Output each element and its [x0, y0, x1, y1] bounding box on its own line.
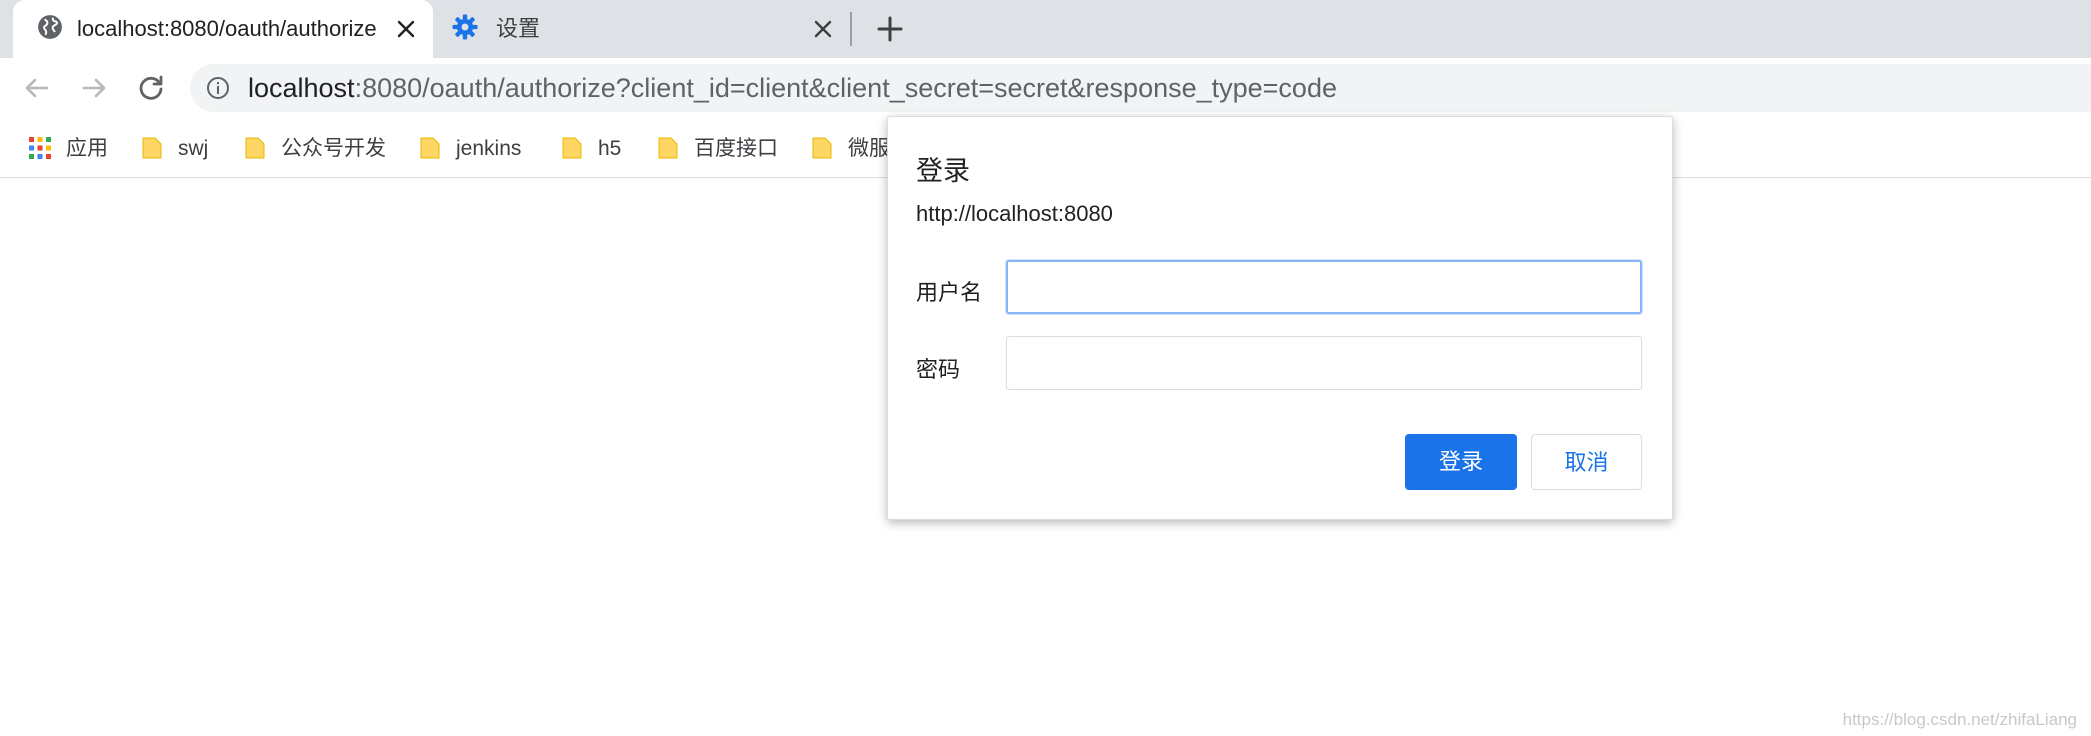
apps-grid-icon	[29, 137, 51, 159]
close-icon[interactable]	[396, 19, 416, 39]
url-host: localhost	[248, 73, 355, 103]
tab-separator	[850, 12, 852, 46]
folder-icon	[420, 137, 440, 159]
folder-icon	[812, 137, 832, 159]
new-tab-icon[interactable]	[876, 15, 904, 43]
back-arrow-icon[interactable]	[22, 73, 52, 103]
url-text: localhost:8080/oauth/authorize?client_id…	[248, 64, 1337, 112]
toolbar: localhost:8080/oauth/authorize?client_id…	[0, 58, 2091, 120]
username-label: 用户名	[916, 280, 983, 305]
bookmark-label: swj	[178, 137, 209, 160]
globe-icon	[38, 15, 62, 39]
bookmark-label: h5	[598, 137, 622, 160]
password-input[interactable]	[1006, 336, 1642, 390]
cancel-button[interactable]: 取消	[1531, 434, 1642, 490]
tab-title: 设置	[496, 16, 541, 41]
login-button[interactable]: 登录	[1405, 434, 1517, 490]
folder-icon	[142, 137, 162, 159]
login-dialog: 登录 http://localhost:8080 用户名 密码 登录 取消	[887, 116, 1673, 520]
tab-title: localhost:8080/oauth/authorize	[77, 16, 377, 41]
gear-icon	[452, 14, 478, 40]
username-input[interactable]	[1006, 260, 1642, 314]
dialog-title: 登录	[916, 156, 970, 186]
watermark: https://blog.csdn.net/zhifaLiang	[1842, 710, 2077, 729]
password-label: 密码	[916, 357, 961, 382]
reload-icon[interactable]	[136, 73, 166, 103]
tab-oauth[interactable]: localhost:8080/oauth/authorize	[13, 0, 433, 58]
bookmark-label: jenkins	[456, 137, 522, 160]
address-bar[interactable]: localhost:8080/oauth/authorize?client_id…	[190, 64, 2091, 112]
dialog-origin: http://localhost:8080	[916, 201, 1113, 226]
url-path: :8080/oauth/authorize?client_id=client&c…	[354, 73, 1337, 103]
tab-strip: localhost:8080/oauth/authorize 设置	[0, 0, 2091, 58]
close-icon[interactable]	[813, 19, 833, 39]
bookmark-label: 百度接口	[694, 137, 778, 160]
bookmark-label: 公众号开发	[281, 137, 386, 160]
folder-icon	[562, 137, 582, 159]
forward-arrow-icon[interactable]	[79, 73, 109, 103]
folder-icon	[658, 137, 678, 159]
info-icon[interactable]	[206, 76, 230, 100]
tab-settings[interactable]: 设置	[440, 0, 860, 58]
folder-icon	[245, 137, 265, 159]
bookmark-label: 应用	[66, 137, 108, 160]
bookmark-label: 微服	[848, 137, 890, 160]
